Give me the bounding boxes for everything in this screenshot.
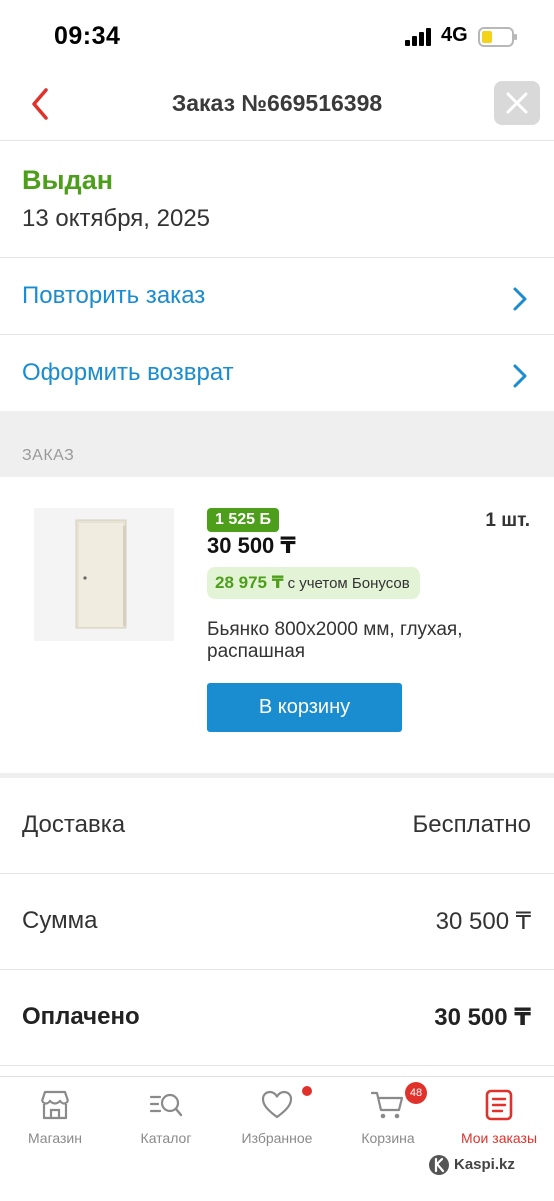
store-icon [40,1090,70,1120]
return-order-label: Оформить возврат [22,359,234,386]
status-time: 09:34 [54,22,121,50]
delivery-row: Доставка Бесплатно [0,778,554,874]
sum-row: Сумма 30 500 ₸ [0,874,554,970]
sum-value: 30 500 ₸ [435,908,531,935]
close-button[interactable] [494,81,540,125]
delivery-label: Доставка [22,811,126,838]
product-quantity: 1 шт. [485,510,530,531]
bonus-note: с учетом Бонусов [287,575,410,592]
product-image[interactable] [34,508,174,641]
heart-icon [261,1090,293,1119]
battery-icon [478,27,517,47]
watermark-text: Kaspi.kz [454,1156,515,1173]
page-title: Заказ №669516398 [171,90,383,116]
status-bar: 09:34 4G [0,0,554,70]
return-order-row[interactable]: Оформить возврат [0,335,554,412]
catalog-search-icon [149,1093,183,1117]
paid-label: Оплачено [22,1003,140,1030]
order-status-label: Выдан [22,165,114,195]
product-name[interactable]: Бьянко 800x2000 мм, глухая, распашная [207,619,517,663]
order-status-date: 13 октября, 2025 [22,205,211,232]
orders-icon [485,1089,513,1121]
nav-item-orders[interactable]: Мои заказы [444,1077,554,1157]
add-to-cart-button[interactable]: В корзину [207,683,402,732]
paid-value: 30 500 ₸ [434,1004,531,1031]
nav-item-store[interactable]: Магазин [0,1077,110,1157]
bonus-price-pill: 28 975 ₸ с учетом Бонусов [207,567,420,599]
nav-label-cart: Корзина [361,1130,415,1146]
network-type: 4G [441,24,468,46]
nav-label-catalog: Каталог [140,1130,192,1146]
product-price: 30 500 ₸ [207,533,296,558]
chevron-right-icon [513,364,527,388]
product-card: 1 525 Б 1 шт. 30 500 ₸ 28 975 ₸ с учетом … [0,477,554,778]
sum-label: Сумма [22,907,98,934]
order-status-section: Выдан 13 октября, 2025 [0,141,554,258]
delivery-value: Бесплатно [412,811,531,838]
header: Заказ №669516398 [0,70,554,141]
nav-label-favorites: Избранное [241,1130,313,1146]
paid-row: Оплачено 30 500 ₸ [0,970,554,1066]
nav-item-favorites[interactable]: Избранное [222,1077,332,1157]
nav-label-store: Магазин [27,1130,82,1146]
signal-icon [405,28,431,46]
kaspi-logo-icon [429,1155,449,1175]
kaspi-watermark: Kaspi.kz [428,1153,536,1177]
bonus-price: 28 975 ₸ [215,573,284,592]
nav-item-catalog[interactable]: Каталог [111,1077,221,1157]
section-title: ЗАКАЗ [22,447,75,464]
bottom-nav: Магазин Каталог Избранное Корзина 48 Мои… [0,1076,554,1201]
repeat-order-row[interactable]: Повторить заказ [0,258,554,335]
nav-label-orders: Мои заказы [460,1130,538,1146]
bonus-badge: 1 525 Б [207,508,279,532]
repeat-order-label: Повторить заказ [22,282,206,309]
close-icon [506,92,528,114]
cart-count-badge: 48 [405,1082,427,1104]
door-icon [75,519,127,629]
notification-dot [302,1086,312,1096]
cart-icon [371,1091,404,1119]
order-section-header: ЗАКАЗ [0,411,554,477]
chevron-right-icon [513,287,527,311]
